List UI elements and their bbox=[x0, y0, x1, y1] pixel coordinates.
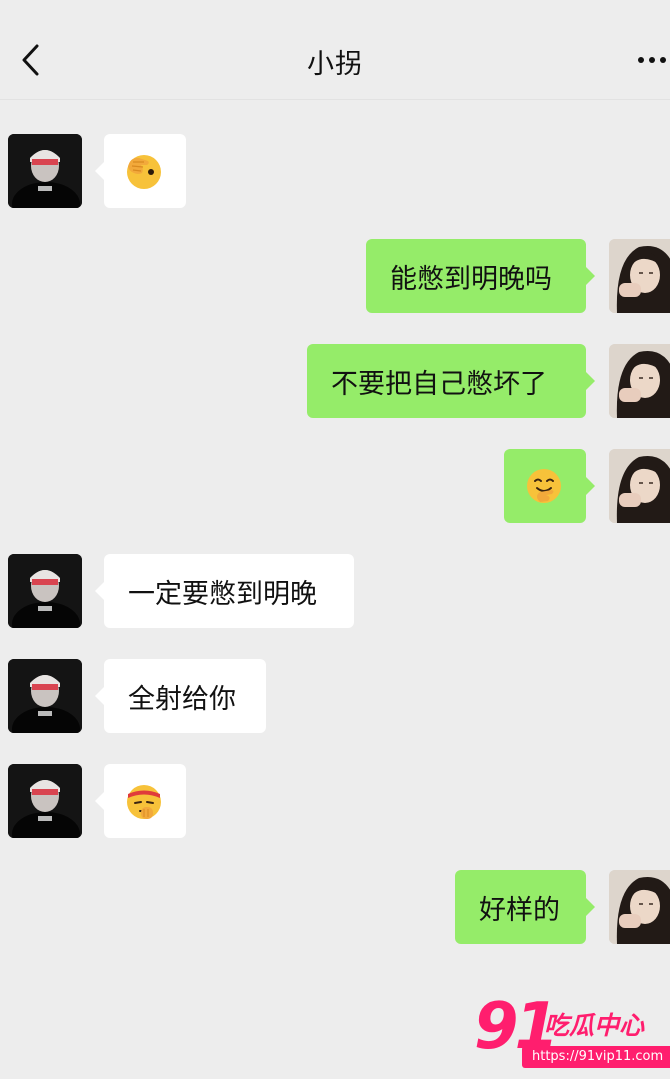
incoming-bubble[interactable] bbox=[95, 764, 186, 838]
message-row: 能憋到明晚吗 bbox=[0, 239, 670, 313]
message-text: 一定要憋到明晚 bbox=[128, 578, 317, 610]
message-row bbox=[0, 134, 670, 208]
incoming-bubble[interactable]: 全射给你 bbox=[95, 659, 266, 733]
watermark-name: 吃瓜中心 bbox=[544, 1011, 645, 1040]
message-text: 全射给你 bbox=[128, 683, 236, 715]
watermark-url: https://91vip11.com bbox=[522, 1046, 670, 1068]
headband-fist-emoji bbox=[127, 785, 161, 819]
message-text: 好样的 bbox=[479, 894, 560, 926]
more-dots-icon bbox=[638, 57, 644, 63]
incoming-bubble[interactable] bbox=[95, 134, 186, 208]
site-watermark: 91 吃瓜中心 https://91vip11.com bbox=[470, 992, 670, 1074]
incoming-bubble[interactable]: 一定要憋到明晚 bbox=[95, 554, 354, 628]
contact-avatar[interactable] bbox=[8, 659, 82, 733]
message-row: 不要把自己憋坏了 bbox=[0, 344, 670, 418]
contact-avatar[interactable] bbox=[8, 134, 82, 208]
message-row: 一定要憋到明晚 bbox=[0, 554, 670, 628]
contact-avatar[interactable] bbox=[8, 764, 82, 838]
outgoing-bubble[interactable]: 好样的 bbox=[455, 870, 595, 944]
message-row bbox=[0, 449, 670, 523]
outgoing-bubble[interactable]: 不要把自己憋坏了 bbox=[307, 344, 595, 418]
my-avatar[interactable] bbox=[609, 239, 670, 313]
message-row: 全射给你 bbox=[0, 659, 670, 733]
my-avatar[interactable] bbox=[609, 870, 670, 944]
more-options-button[interactable] bbox=[628, 44, 668, 76]
facepalm-peek-emoji bbox=[127, 155, 161, 189]
contact-avatar[interactable] bbox=[8, 554, 82, 628]
chat-header: 小拐 bbox=[0, 0, 670, 100]
outgoing-bubble[interactable] bbox=[504, 449, 595, 523]
message-row bbox=[0, 764, 670, 838]
grinning-hand-over-mouth-emoji bbox=[527, 469, 561, 503]
chat-screen: 小拐 能憋到明晚吗 不要把自己憋坏了 一定要憋到明晚 全射给你 好样的 91 吃… bbox=[0, 0, 670, 1079]
chat-title: 小拐 bbox=[307, 49, 363, 80]
outgoing-bubble[interactable]: 能憋到明晚吗 bbox=[366, 239, 595, 313]
my-avatar[interactable] bbox=[609, 344, 670, 418]
message-row: 好样的 bbox=[0, 870, 670, 944]
my-avatar[interactable] bbox=[609, 449, 670, 523]
message-text: 能憋到明晚吗 bbox=[390, 263, 552, 295]
message-text: 不要把自己憋坏了 bbox=[331, 368, 547, 400]
